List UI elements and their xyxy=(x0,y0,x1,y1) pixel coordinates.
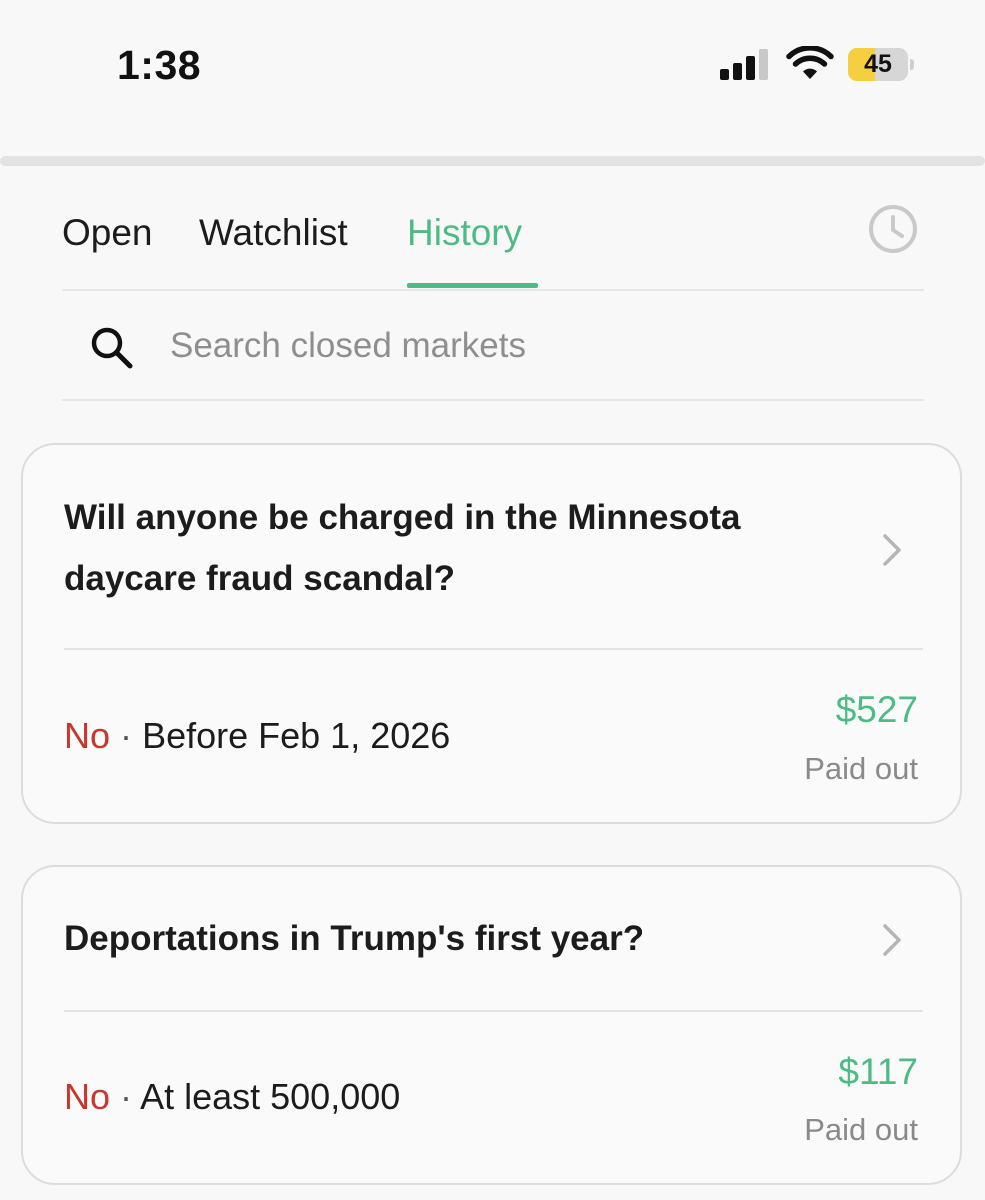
tab-bar-divider xyxy=(62,289,924,291)
search-bar xyxy=(62,292,924,400)
status-time: 1:38 xyxy=(117,42,202,88)
search-input[interactable] xyxy=(170,314,890,378)
position-side: No xyxy=(64,1076,111,1117)
tab-watchlist[interactable]: Watchlist xyxy=(199,212,348,254)
market-title: Will anyone be charged in the Minnesota … xyxy=(64,498,741,598)
search-divider xyxy=(62,399,924,401)
separator-dot: · xyxy=(120,1076,133,1117)
tab-open[interactable]: Open xyxy=(62,212,153,254)
payout-label: Paid out xyxy=(804,1112,918,1147)
market-title: Deportations in Trump's first year? xyxy=(64,919,645,958)
market-card[interactable]: Will anyone be charged in the Minnesota … xyxy=(21,443,962,824)
payout-amount: $527 xyxy=(835,689,918,730)
status-bar: 1:38 45 xyxy=(0,0,985,130)
market-outcome: No · At least 500,000 xyxy=(64,1076,400,1118)
market-outcome: No · Before Feb 1, 2026 xyxy=(64,715,450,757)
payout-amount: $117 xyxy=(838,1051,918,1092)
chevron-right-icon xyxy=(883,924,901,956)
chevron-right-icon xyxy=(883,534,901,566)
tab-bar: Open Watchlist History xyxy=(62,200,924,290)
tab-history[interactable]: History xyxy=(407,212,522,254)
card-divider xyxy=(64,1010,923,1012)
cellular-signal-icon xyxy=(720,48,770,80)
battery-icon: 45 xyxy=(848,48,914,81)
outcome-label: Before Feb 1, 2026 xyxy=(142,715,451,756)
separator-dot: · xyxy=(120,715,133,756)
active-tab-indicator xyxy=(407,283,538,288)
sheet-top-edge xyxy=(0,156,985,166)
clock-icon[interactable] xyxy=(868,204,918,254)
battery-level: 45 xyxy=(864,50,892,78)
position-side: No xyxy=(64,715,111,756)
card-divider xyxy=(64,648,923,650)
payout-label: Paid out xyxy=(804,751,918,786)
market-card[interactable]: Deportations in Trump's first year? No ·… xyxy=(21,865,962,1185)
search-icon xyxy=(91,327,133,369)
wifi-icon xyxy=(786,46,834,79)
outcome-label: At least 500,000 xyxy=(140,1076,401,1117)
